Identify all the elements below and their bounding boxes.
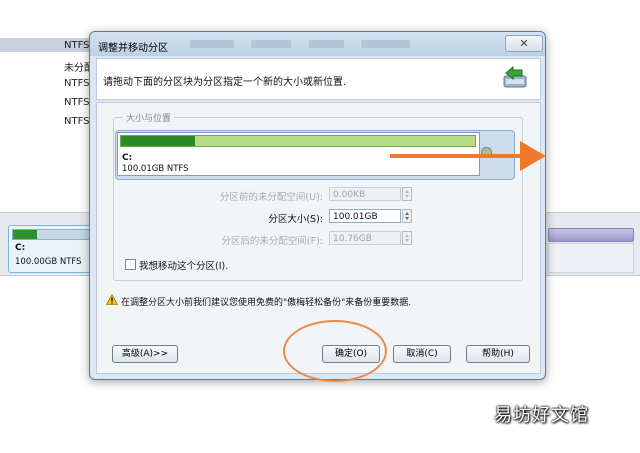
cancel-button[interactable]: 取消(C) <box>393 345 451 363</box>
partition-fs-label: NTFS <box>64 97 90 108</box>
partition-fs-label: NTFS <box>64 116 90 127</box>
backup-warning-text: 在调整分区大小前我们建议您使用免费的"傲梅轻松备份"来备份重要数据. <box>121 298 412 308</box>
annotation-arrow-shaft <box>390 154 522 158</box>
unallocated-after-label: 分区后的未分配空间(F): <box>221 236 323 247</box>
partition-usage-bar <box>120 135 476 147</box>
dialog-header-panel: 请拖动下面的分区块为分区指定一个新的大小或新位置. <box>96 58 541 100</box>
annotation-arrow-head <box>520 141 546 171</box>
unallocated-after-spinner[interactable] <box>402 231 412 245</box>
advanced-button[interactable]: 高级(A)>> <box>112 345 178 363</box>
close-button[interactable]: ✕ <box>505 35 543 52</box>
partition-fs-label: NTFS <box>64 40 90 51</box>
watermark-text: 易坊好文馆 <box>494 405 589 426</box>
blurred-title-region <box>190 40 410 48</box>
move-partition-checkbox[interactable] <box>125 259 136 270</box>
move-partition-icon <box>503 66 527 88</box>
instruction-text: 请拖动下面的分区块为分区指定一个新的大小或新位置. <box>103 77 347 88</box>
partition-size-input[interactable]: 100.01GB <box>329 209 401 223</box>
disk-partition-card-c[interactable]: C: 100.00GB NTFS <box>8 225 94 273</box>
unallocated-before-input[interactable]: 0.00KB <box>329 187 401 201</box>
dialog-title: 调整并移动分区 <box>98 43 168 54</box>
annotation-highlight-ellipse <box>283 320 387 382</box>
move-partition-label[interactable]: 我想移动这个分区(I). <box>139 258 228 272</box>
group-title: 大小与位置 <box>123 111 175 124</box>
disk-partition-bar-right[interactable] <box>548 228 634 242</box>
disk-partition-card-right[interactable] <box>548 243 634 273</box>
partition-size-spinner[interactable] <box>402 209 412 223</box>
unallocated-before-label: 分区前的未分配空间(U): <box>219 192 323 203</box>
warning-icon <box>106 294 118 305</box>
partition-used-fill <box>121 136 196 146</box>
disk-card-size: 100.00GB NTFS <box>15 257 82 267</box>
unallocated-after-input[interactable]: 10.76GB <box>329 231 401 245</box>
unallocated-before-spinner[interactable] <box>402 187 412 201</box>
dialog-titlebar[interactable]: 调整并移动分区 ✕ <box>90 32 545 56</box>
help-button[interactable]: 帮助(H) <box>466 345 530 363</box>
disk-card-letter: C: <box>15 243 26 253</box>
partition-letter: C: <box>122 153 133 163</box>
partition-size-field-label: 分区大小(S): <box>268 214 323 225</box>
partition-size-label: 100.01GB NTFS <box>122 164 189 174</box>
partition-fs-label: NTFS <box>64 78 90 89</box>
disk-usage-bar <box>12 229 90 240</box>
